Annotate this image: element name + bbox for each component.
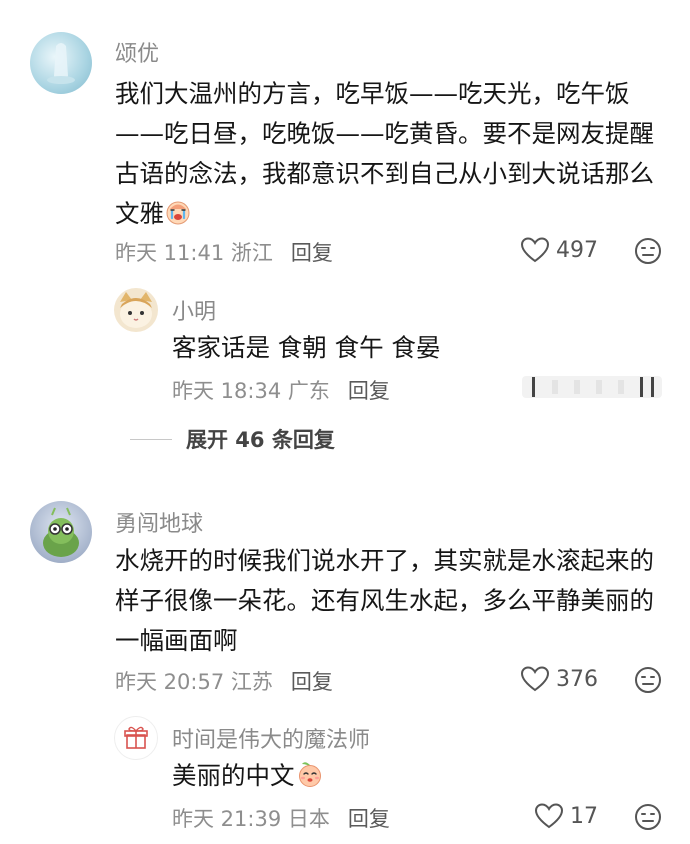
avatar[interactable] — [114, 288, 158, 332]
avatar[interactable] — [114, 716, 158, 760]
avatar[interactable] — [30, 32, 92, 94]
dislike-face-icon — [635, 667, 661, 693]
comment-author[interactable]: 颂优 — [115, 36, 159, 68]
dislike-face-icon — [635, 804, 661, 830]
heart-icon — [534, 803, 564, 829]
peach-face-icon — [295, 760, 325, 800]
heart-icon — [520, 666, 550, 692]
avatar-image — [120, 292, 152, 328]
reply-author[interactable]: 小明 — [172, 294, 216, 326]
reply-meta: 昨天 21:39 日本 回复 — [172, 803, 390, 833]
like-button[interactable]: 497 — [520, 236, 598, 264]
dislike-button[interactable] — [634, 237, 662, 269]
comment-time: 昨天 20:57 江苏 — [115, 670, 273, 694]
comment-meta: 昨天 20:57 江苏 回复 — [115, 666, 333, 696]
crying-face-icon — [164, 198, 192, 238]
dislike-face-icon — [635, 238, 661, 264]
like-button[interactable]: 17 — [534, 802, 598, 830]
dislike-button[interactable] — [634, 803, 662, 835]
like-count: 497 — [556, 237, 598, 263]
heart-icon — [520, 237, 550, 263]
reply-button[interactable]: 回复 — [348, 807, 390, 831]
avatar[interactable] — [30, 501, 92, 563]
gift-icon — [124, 726, 148, 749]
like-button[interactable]: 376 — [520, 665, 598, 693]
reply-author[interactable]: 时间是伟大的魔法师 — [172, 722, 370, 754]
comment-meta: 昨天 11:41 浙江 回复 — [115, 237, 333, 267]
reply-text: 客家话是 食朝 食午 食晏 — [172, 333, 441, 362]
expand-replies-button[interactable]: 展开 46 条回复 — [130, 424, 335, 454]
like-count: 17 — [570, 803, 598, 829]
loading-indicator — [522, 372, 662, 402]
dislike-button[interactable] — [634, 666, 662, 698]
reply-time: 昨天 18:34 广东 — [172, 379, 330, 403]
comment-author[interactable]: 勇闯地球 — [115, 506, 203, 538]
reply-button[interactable]: 回复 — [291, 241, 333, 265]
avatar-image — [43, 507, 79, 557]
avatar-image — [47, 43, 75, 84]
reply-meta: 昨天 18:34 广东 回复 — [172, 375, 390, 405]
reply-time: 昨天 21:39 日本 — [172, 807, 330, 831]
comment-text: 我们大温州的方言，吃早饭——吃天光，吃午饭 ——吃日昼，吃晚饭——吃黄昏。要不是… — [115, 74, 675, 238]
comment-time: 昨天 11:41 浙江 — [115, 241, 273, 265]
reply-text: 美丽的中文 — [172, 756, 325, 800]
reply-button[interactable]: 回复 — [291, 670, 333, 694]
comment-text: 水烧开的时候我们说水开了，其实就是水滚起来的 样子很像一朵花。还有风生水起，多么… — [115, 546, 654, 655]
divider-line — [130, 438, 172, 440]
reply-button[interactable]: 回复 — [348, 379, 390, 403]
like-count: 376 — [556, 666, 598, 692]
